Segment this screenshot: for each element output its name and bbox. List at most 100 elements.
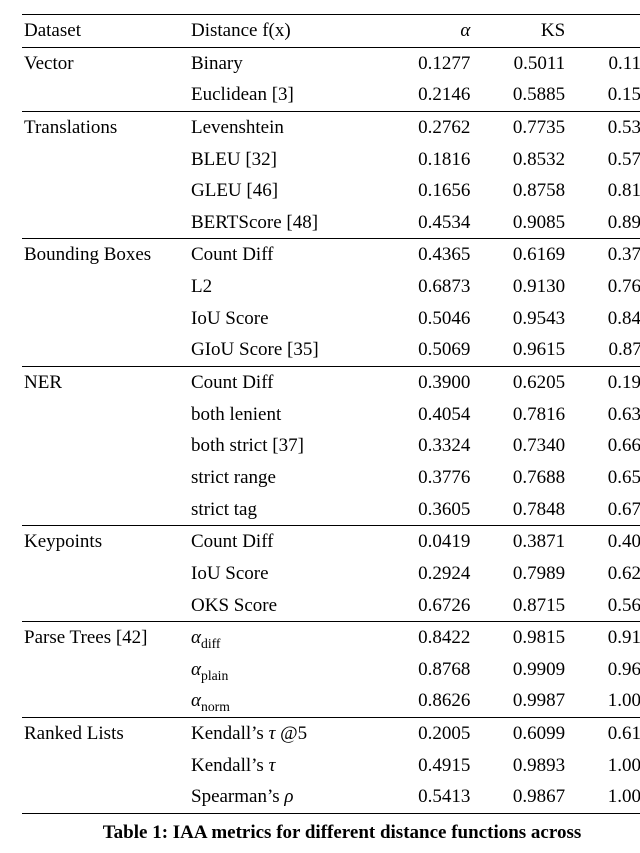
cell-ks: 0.9085 <box>472 207 567 239</box>
cell-sigma: 0.1593 <box>567 79 640 111</box>
cell-function: L2 <box>189 271 378 303</box>
table-row: Euclidean [3]0.21460.58850.1593 <box>22 79 640 111</box>
col-alpha: α <box>378 15 473 48</box>
cell-sigma: 0.6324 <box>567 399 640 431</box>
cell-function: GLEU [46] <box>189 175 378 207</box>
cell-function: strict tag <box>189 494 378 526</box>
cell-dataset: NER <box>22 367 189 399</box>
cell-function: IoU Score <box>189 558 378 590</box>
cell-sigma: 0.9181 <box>567 622 640 654</box>
table-row: Bounding BoxesCount Diff0.43650.61690.37… <box>22 239 640 271</box>
table-row: Parse Trees [42]αdiff0.84220.98150.9181 <box>22 622 640 654</box>
cell-function: BLEU [32] <box>189 144 378 176</box>
cell-alpha: 0.2924 <box>378 558 473 590</box>
cell-dataset: Bounding Boxes <box>22 239 189 271</box>
table-row: TranslationsLevenshtein0.27620.77350.537… <box>22 111 640 143</box>
cell-sigma: 0.8100 <box>567 175 640 207</box>
table-row: αplain0.87680.99090.9601 <box>22 654 640 686</box>
table-row: αnorm0.86260.99871.0000 <box>22 685 640 717</box>
cell-ks: 0.7688 <box>472 462 567 494</box>
table-row: KeypointsCount Diff0.04190.38710.4007 <box>22 526 640 558</box>
cell-alpha: 0.5413 <box>378 781 473 813</box>
cell-ks: 0.7735 <box>472 111 567 143</box>
cell-sigma: 0.5373 <box>567 111 640 143</box>
col-ks: KS <box>472 15 567 48</box>
cell-dataset <box>22 590 189 622</box>
cell-dataset: Translations <box>22 111 189 143</box>
cell-dataset <box>22 558 189 590</box>
cell-ks: 0.9987 <box>472 685 567 717</box>
table-header-row: Dataset Distance f(x) α KS σ <box>22 15 640 48</box>
table-caption: Table 1: IAA metrics for different dista… <box>22 820 640 846</box>
table-row: L20.68730.91300.7640 <box>22 271 640 303</box>
cell-alpha: 0.4534 <box>378 207 473 239</box>
cell-sigma: 0.7640 <box>567 271 640 303</box>
cell-sigma: 0.5791 <box>567 144 640 176</box>
cell-alpha: 0.4915 <box>378 750 473 782</box>
cell-alpha: 0.0419 <box>378 526 473 558</box>
table-row: GLEU [46]0.16560.87580.8100 <box>22 175 640 207</box>
cell-sigma: 0.8952 <box>567 207 640 239</box>
cell-function: αnorm <box>189 685 378 717</box>
cell-sigma: 0.5666 <box>567 590 640 622</box>
cell-alpha: 0.2762 <box>378 111 473 143</box>
cell-alpha: 0.5046 <box>378 303 473 335</box>
cell-ks: 0.8532 <box>472 144 567 176</box>
cell-ks: 0.9909 <box>472 654 567 686</box>
cell-dataset <box>22 430 189 462</box>
cell-alpha: 0.3605 <box>378 494 473 526</box>
cell-alpha: 0.3900 <box>378 367 473 399</box>
table-row: GIoU Score [35]0.50690.96150.8711 <box>22 334 640 366</box>
cell-sigma: 0.8418 <box>567 303 640 335</box>
cell-dataset <box>22 271 189 303</box>
cell-function: Levenshtein <box>189 111 378 143</box>
table-row: IoU Score0.50460.95430.8418 <box>22 303 640 335</box>
cell-dataset <box>22 79 189 111</box>
cell-function: Count Diff <box>189 239 378 271</box>
cell-alpha: 0.1277 <box>378 47 473 79</box>
col-dataset: Dataset <box>22 15 189 48</box>
cell-sigma: 0.1969 <box>567 367 640 399</box>
cell-function: Kendall’s τ <box>189 750 378 782</box>
cell-function: BERTScore [48] <box>189 207 378 239</box>
cell-sigma: 0.9601 <box>567 654 640 686</box>
cell-ks: 0.8715 <box>472 590 567 622</box>
cell-alpha: 0.2005 <box>378 718 473 750</box>
cell-ks: 0.5011 <box>472 47 567 79</box>
cell-function: OKS Score <box>189 590 378 622</box>
cell-alpha: 0.1656 <box>378 175 473 207</box>
cell-dataset: Vector <box>22 47 189 79</box>
cell-dataset <box>22 685 189 717</box>
cell-function: strict range <box>189 462 378 494</box>
cell-dataset <box>22 750 189 782</box>
cell-dataset: Keypoints <box>22 526 189 558</box>
cell-alpha: 0.5069 <box>378 334 473 366</box>
cell-function: αplain <box>189 654 378 686</box>
cell-dataset <box>22 334 189 366</box>
cell-dataset <box>22 494 189 526</box>
table-row: OKS Score0.67260.87150.5666 <box>22 590 640 622</box>
cell-ks: 0.9815 <box>472 622 567 654</box>
cell-sigma: 0.4007 <box>567 526 640 558</box>
cell-sigma: 1.0000 <box>567 685 640 717</box>
cell-alpha: 0.6873 <box>378 271 473 303</box>
table-row: NERCount Diff0.39000.62050.1969 <box>22 367 640 399</box>
cell-function: GIoU Score [35] <box>189 334 378 366</box>
table-row: strict tag0.36050.78480.6735 <box>22 494 640 526</box>
cell-sigma: 1.0000 <box>567 750 640 782</box>
cell-sigma: 0.6158 <box>567 718 640 750</box>
cell-alpha: 0.3324 <box>378 430 473 462</box>
cell-ks: 0.6169 <box>472 239 567 271</box>
cell-dataset <box>22 781 189 813</box>
cell-alpha: 0.2146 <box>378 79 473 111</box>
cell-alpha: 0.8768 <box>378 654 473 686</box>
cell-dataset <box>22 175 189 207</box>
cell-dataset <box>22 654 189 686</box>
table-row: strict range0.37760.76880.6520 <box>22 462 640 494</box>
cell-sigma: 1.0000 <box>567 781 640 813</box>
cell-dataset <box>22 462 189 494</box>
cell-ks: 0.9130 <box>472 271 567 303</box>
cell-alpha: 0.3776 <box>378 462 473 494</box>
cell-alpha: 0.1816 <box>378 144 473 176</box>
cell-function: IoU Score <box>189 303 378 335</box>
